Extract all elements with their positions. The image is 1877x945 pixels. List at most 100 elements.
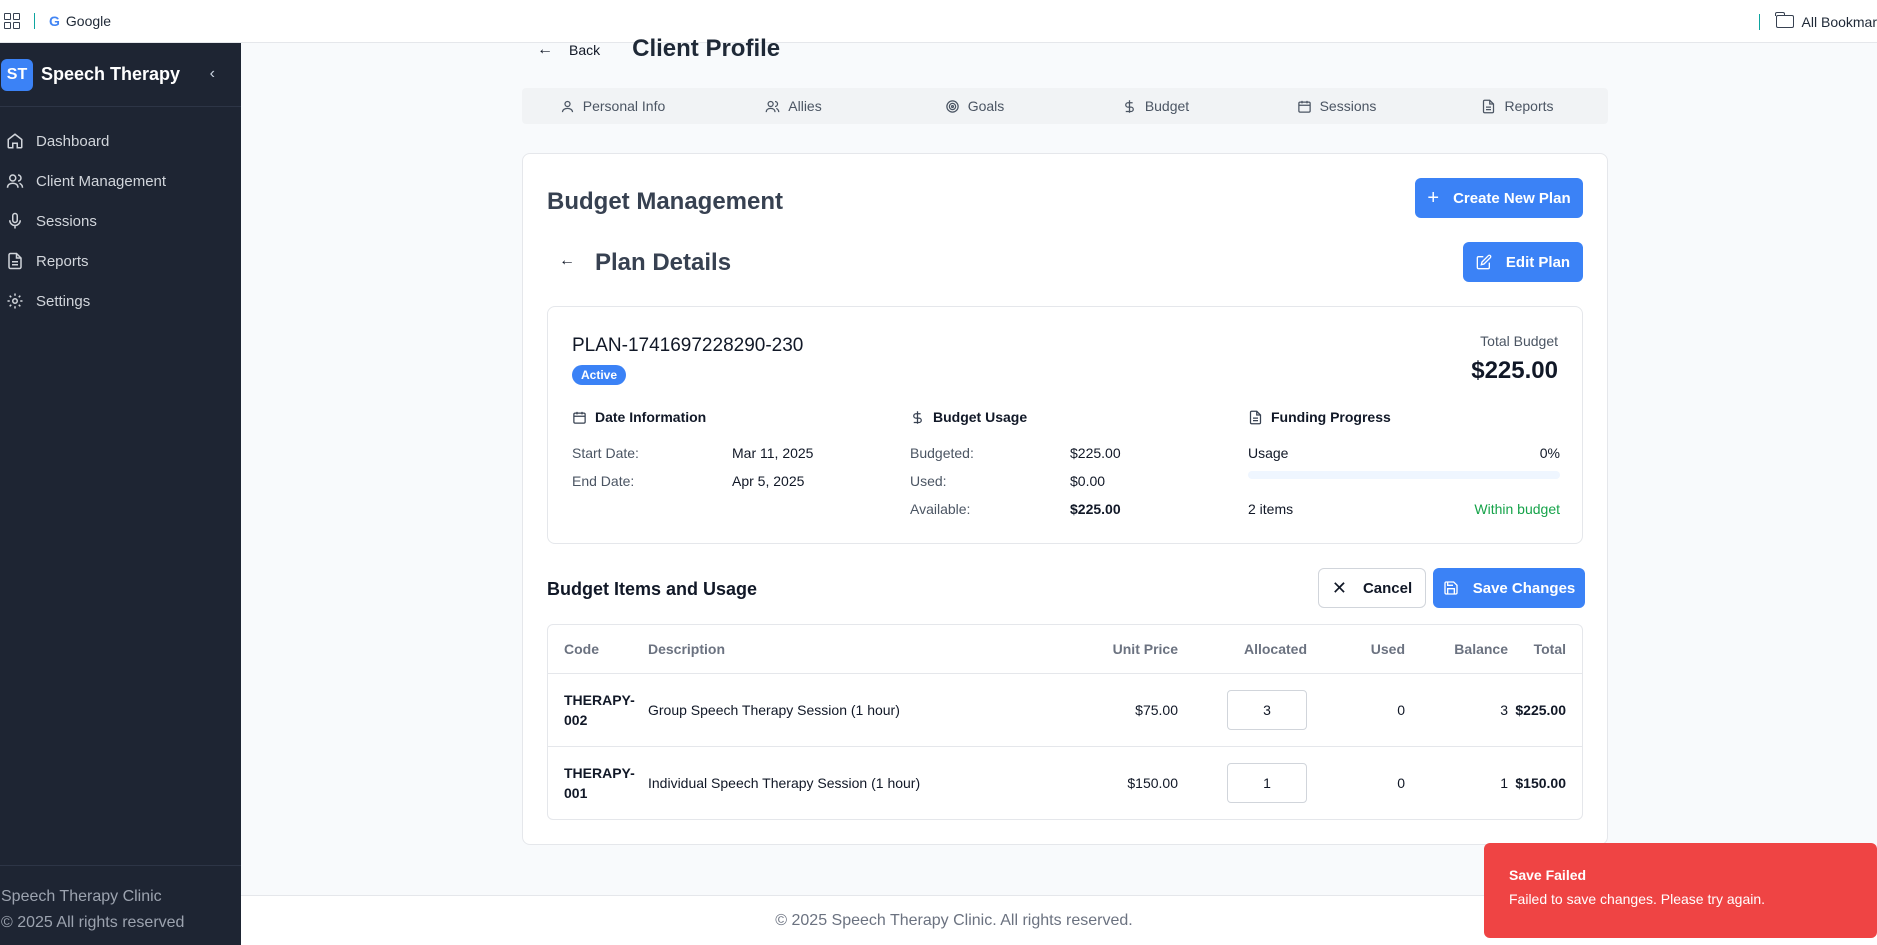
clinic-name: Speech Therapy Clinic	[1, 888, 162, 905]
allocated-input[interactable]: 1	[1227, 762, 1307, 803]
tab-label: Goals	[967, 98, 1005, 114]
divider	[1758, 13, 1760, 30]
budgeted-label: Budgeted:	[910, 445, 974, 461]
home-icon	[7, 133, 23, 149]
item-code: THERAPY- 002	[548, 673, 648, 747]
apps-grid-icon[interactable]	[4, 13, 20, 29]
bookmark-google[interactable]: Google	[66, 13, 111, 29]
tab-label: Budget	[1144, 98, 1190, 114]
column-allocated: Allocated	[1178, 625, 1323, 674]
sidebar-header: ST Speech Therapy ‹	[0, 43, 241, 107]
back-label: Back	[569, 42, 601, 58]
edit-plan-button[interactable]: Edit Plan	[1463, 242, 1583, 282]
sidebar-item-client-management[interactable]: Client Management	[0, 161, 241, 201]
main-content: ← Back Client Profile Personal Info Alli…	[241, 35, 1877, 945]
divider	[34, 13, 35, 29]
total-budget-value: $225.00	[1471, 357, 1558, 384]
funding-progress-bar	[1248, 471, 1560, 479]
item-description: Group Speech Therapy Session (1 hour)	[648, 673, 1068, 747]
sidebar-item-sessions[interactable]: Sessions	[0, 201, 241, 241]
date-information: Date Information Start Date: Mar 11, 2025…	[572, 407, 884, 495]
cancel-button[interactable]: ✕ Cancel	[1318, 568, 1426, 608]
budget-usage-title: Budget Usage	[933, 409, 1028, 425]
save-changes-label: Save Changes	[1472, 579, 1576, 597]
column-balance: Balance	[1405, 625, 1508, 674]
sidebar-item-label: Client Management	[36, 172, 167, 190]
tab-allies[interactable]: Allies	[703, 98, 884, 114]
arrow-left-icon[interactable]: ←	[559, 252, 575, 270]
page-title: Client Profile	[632, 35, 781, 62]
column-description: Description	[648, 625, 1068, 674]
item-code: THERAPY- 001	[548, 746, 648, 819]
sidebar-item-label: Settings	[36, 292, 91, 310]
toast-message: Failed to save changes. Please try again…	[1509, 891, 1766, 907]
code-line: THERAPY-	[564, 691, 635, 708]
gear-icon	[7, 293, 23, 309]
sidebar-item-dashboard[interactable]: Dashboard	[0, 121, 241, 161]
tab-personal-info[interactable]: Personal Info	[522, 98, 703, 114]
sidebar-item-settings[interactable]: Settings	[0, 281, 241, 321]
close-icon: ✕	[1331, 577, 1347, 598]
tab-label: Allies	[788, 98, 822, 114]
allocated-input[interactable]: 3	[1227, 689, 1307, 730]
tab-sessions[interactable]: Sessions	[1246, 98, 1427, 114]
tab-label: Personal Info	[582, 98, 666, 114]
cancel-label: Cancel	[1362, 579, 1413, 597]
error-toast[interactable]: Save Failed Failed to save changes. Plea…	[1484, 843, 1877, 938]
column-unit-price: Unit Price	[1068, 625, 1178, 674]
column-used: Used	[1323, 625, 1405, 674]
budget-status: Within budget	[1474, 501, 1560, 517]
all-bookmarks-link[interactable]: All Bookmar	[1802, 14, 1877, 30]
available-label: Available:	[910, 501, 971, 517]
code-line: THERAPY-	[564, 764, 635, 781]
funding-progress-title: Funding Progress	[1271, 409, 1391, 425]
funding-progress: Funding Progress Usage 0% 2 items Within…	[1248, 407, 1560, 517]
tab-budget[interactable]: Budget	[1065, 98, 1246, 114]
item-description: Individual Speech Therapy Session (1 hou…	[648, 774, 921, 791]
dollar-icon	[1124, 99, 1134, 113]
arrow-left-icon: ←	[537, 41, 553, 58]
sidebar: ST Speech Therapy ‹ Dashboard Client Man…	[0, 43, 241, 945]
item-total: $150.00	[1515, 774, 1566, 791]
sidebar-item-label: Reports	[36, 252, 89, 270]
sidebar-nav: Dashboard Client Management Sessions Rep…	[0, 121, 241, 321]
sidebar-item-label: Dashboard	[36, 132, 110, 150]
create-new-plan-label: Create New Plan	[1453, 189, 1571, 207]
toast-title: Save Failed	[1509, 867, 1587, 883]
budgeted-value: $225.00	[1070, 445, 1121, 461]
save-changes-button[interactable]: Save Changes	[1433, 568, 1585, 608]
tab-label: Sessions	[1319, 98, 1377, 114]
table-row: THERAPY- 002 Group Speech Therapy Session…	[548, 673, 1582, 747]
budget-card: Budget Management + Create New Plan ← Pl…	[522, 153, 1608, 845]
sidebar-item-label: Sessions	[36, 212, 97, 230]
budget-items-table: Code Description Unit Price Allocated Us…	[547, 624, 1583, 820]
file-icon	[8, 252, 22, 270]
page-header: ← Back Client Profile	[537, 35, 780, 83]
end-date-value: Apr 5, 2025	[732, 473, 805, 489]
budget-management-title: Budget Management	[547, 188, 784, 215]
plan-summary: PLAN-1741697228290-230 Active Total Budg…	[547, 306, 1583, 544]
save-icon	[1444, 581, 1458, 595]
column-code: Code	[548, 625, 648, 674]
usage-percent: 0%	[1539, 445, 1560, 461]
create-new-plan-button[interactable]: + Create New Plan	[1415, 178, 1583, 218]
tab-reports[interactable]: Reports	[1427, 98, 1608, 114]
table-header-row: Code Description Unit Price Allocated Us…	[548, 625, 1582, 674]
total-budget-label: Total Budget	[1480, 333, 1558, 349]
item-used: 0	[1323, 673, 1405, 747]
bookmarks-bar: G Google All Bookmar	[0, 0, 1877, 43]
status-badge: Active	[572, 365, 627, 385]
tab-label: Reports	[1504, 98, 1554, 114]
used-label: Used:	[910, 473, 947, 489]
chevron-left-icon[interactable]: ‹	[210, 65, 215, 83]
items-count: 2 items	[1248, 501, 1294, 517]
sidebar-item-reports[interactable]: Reports	[0, 241, 241, 281]
tab-goals[interactable]: Goals	[884, 98, 1065, 114]
plan-id: PLAN-1741697228290-230	[572, 335, 804, 356]
calendar-icon	[573, 411, 586, 424]
calendar-icon	[1297, 100, 1311, 113]
back-button[interactable]: ← Back	[537, 41, 600, 59]
footer-copyright: © 2025 Speech Therapy Clinic. All rights…	[775, 911, 1133, 929]
dollar-icon	[913, 410, 922, 424]
code-line: 001	[564, 784, 588, 801]
